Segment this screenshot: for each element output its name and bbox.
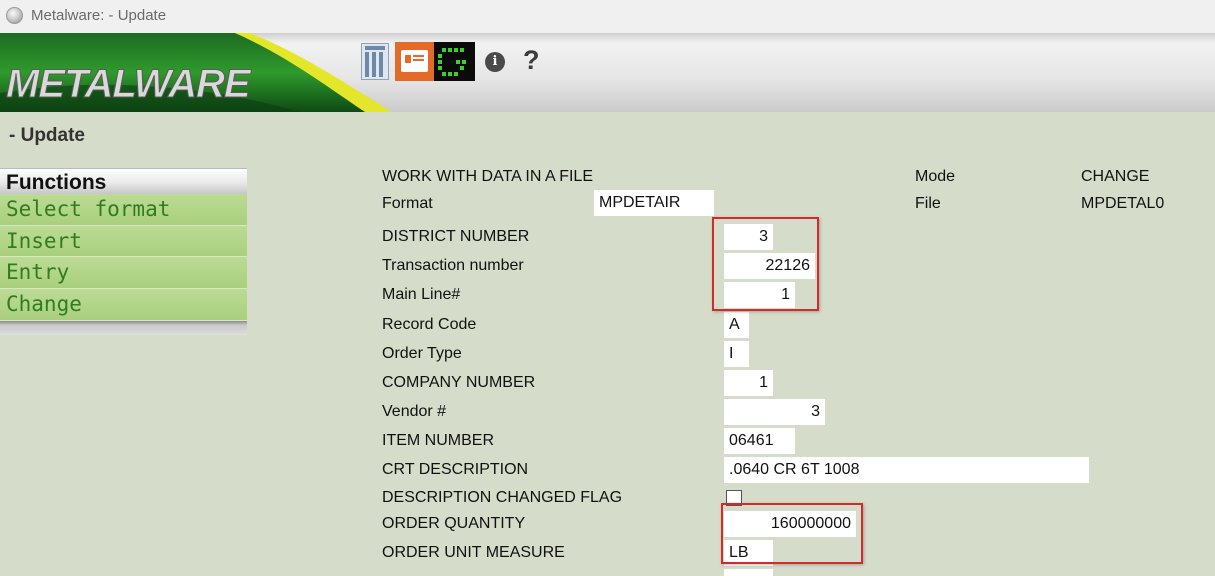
- district-number-label: DISTRICT NUMBER: [382, 228, 530, 245]
- vendor-number-field[interactable]: 3: [724, 399, 825, 425]
- calculator-icon[interactable]: [361, 43, 389, 80]
- file-value: MPDETAL0: [1081, 195, 1165, 212]
- presentation-icon[interactable]: [395, 42, 434, 81]
- mode-value: CHANGE: [1081, 168, 1150, 185]
- terminal-icon[interactable]: [434, 42, 475, 81]
- main-line-label: Main Line#: [382, 286, 461, 303]
- item-number-label: ITEM NUMBER: [382, 432, 494, 449]
- item-number-field[interactable]: 06461: [724, 428, 795, 454]
- page-title: - Update: [9, 125, 85, 146]
- highlight-box-quantity: [721, 503, 863, 564]
- order-unit-measure-label: ORDER UNIT MEASURE: [382, 544, 565, 561]
- help-icon[interactable]: ?: [523, 45, 540, 76]
- crt-description-label: CRT DESCRIPTION: [382, 461, 529, 478]
- transaction-number-label: Transaction number: [382, 257, 524, 274]
- app-icon: [6, 7, 23, 24]
- description-changed-flag-label: DESCRIPTION CHANGED FLAG: [382, 489, 623, 506]
- header-banner: METALWARE i ?: [0, 33, 1215, 112]
- metalware-logo: METALWARE: [0, 33, 392, 112]
- order-quantity-label: ORDER QUANTITY: [382, 515, 526, 532]
- functions-menu-title: Functions: [0, 168, 247, 194]
- menu-item-entry[interactable]: Entry: [0, 257, 247, 290]
- menu-item-insert[interactable]: Insert: [0, 225, 247, 258]
- partial-next-field[interactable]: [724, 569, 773, 576]
- order-type-label: Order Type: [382, 345, 462, 362]
- menu-item-change[interactable]: Change: [0, 289, 247, 321]
- record-code-label: Record Code: [382, 316, 477, 333]
- format-label: Format: [382, 195, 433, 212]
- form-heading: WORK WITH DATA IN A FILE: [382, 168, 593, 185]
- functions-menu: Functions Select format Insert Entry Cha…: [0, 168, 247, 335]
- info-icon[interactable]: i: [485, 52, 505, 72]
- logo-text: METALWARE: [6, 62, 252, 106]
- record-code-field[interactable]: A: [724, 312, 749, 338]
- window-title-bar: Metalware: - Update: [0, 0, 1215, 33]
- company-number-field[interactable]: 1: [724, 370, 773, 396]
- window-title: Metalware: - Update: [31, 7, 167, 24]
- order-type-field[interactable]: I: [724, 341, 749, 367]
- mode-label: Mode: [915, 168, 956, 185]
- company-number-label: COMPANY NUMBER: [382, 374, 536, 391]
- file-label: File: [915, 195, 941, 212]
- highlight-box-keys: [712, 217, 819, 311]
- crt-description-field[interactable]: .0640 CR 6T 1008: [724, 457, 1089, 483]
- vendor-number-label: Vendor #: [382, 403, 447, 420]
- format-field[interactable]: MPDETAIR: [594, 190, 714, 216]
- menu-footer: [0, 320, 247, 335]
- menu-item-select-format[interactable]: Select format: [0, 194, 247, 226]
